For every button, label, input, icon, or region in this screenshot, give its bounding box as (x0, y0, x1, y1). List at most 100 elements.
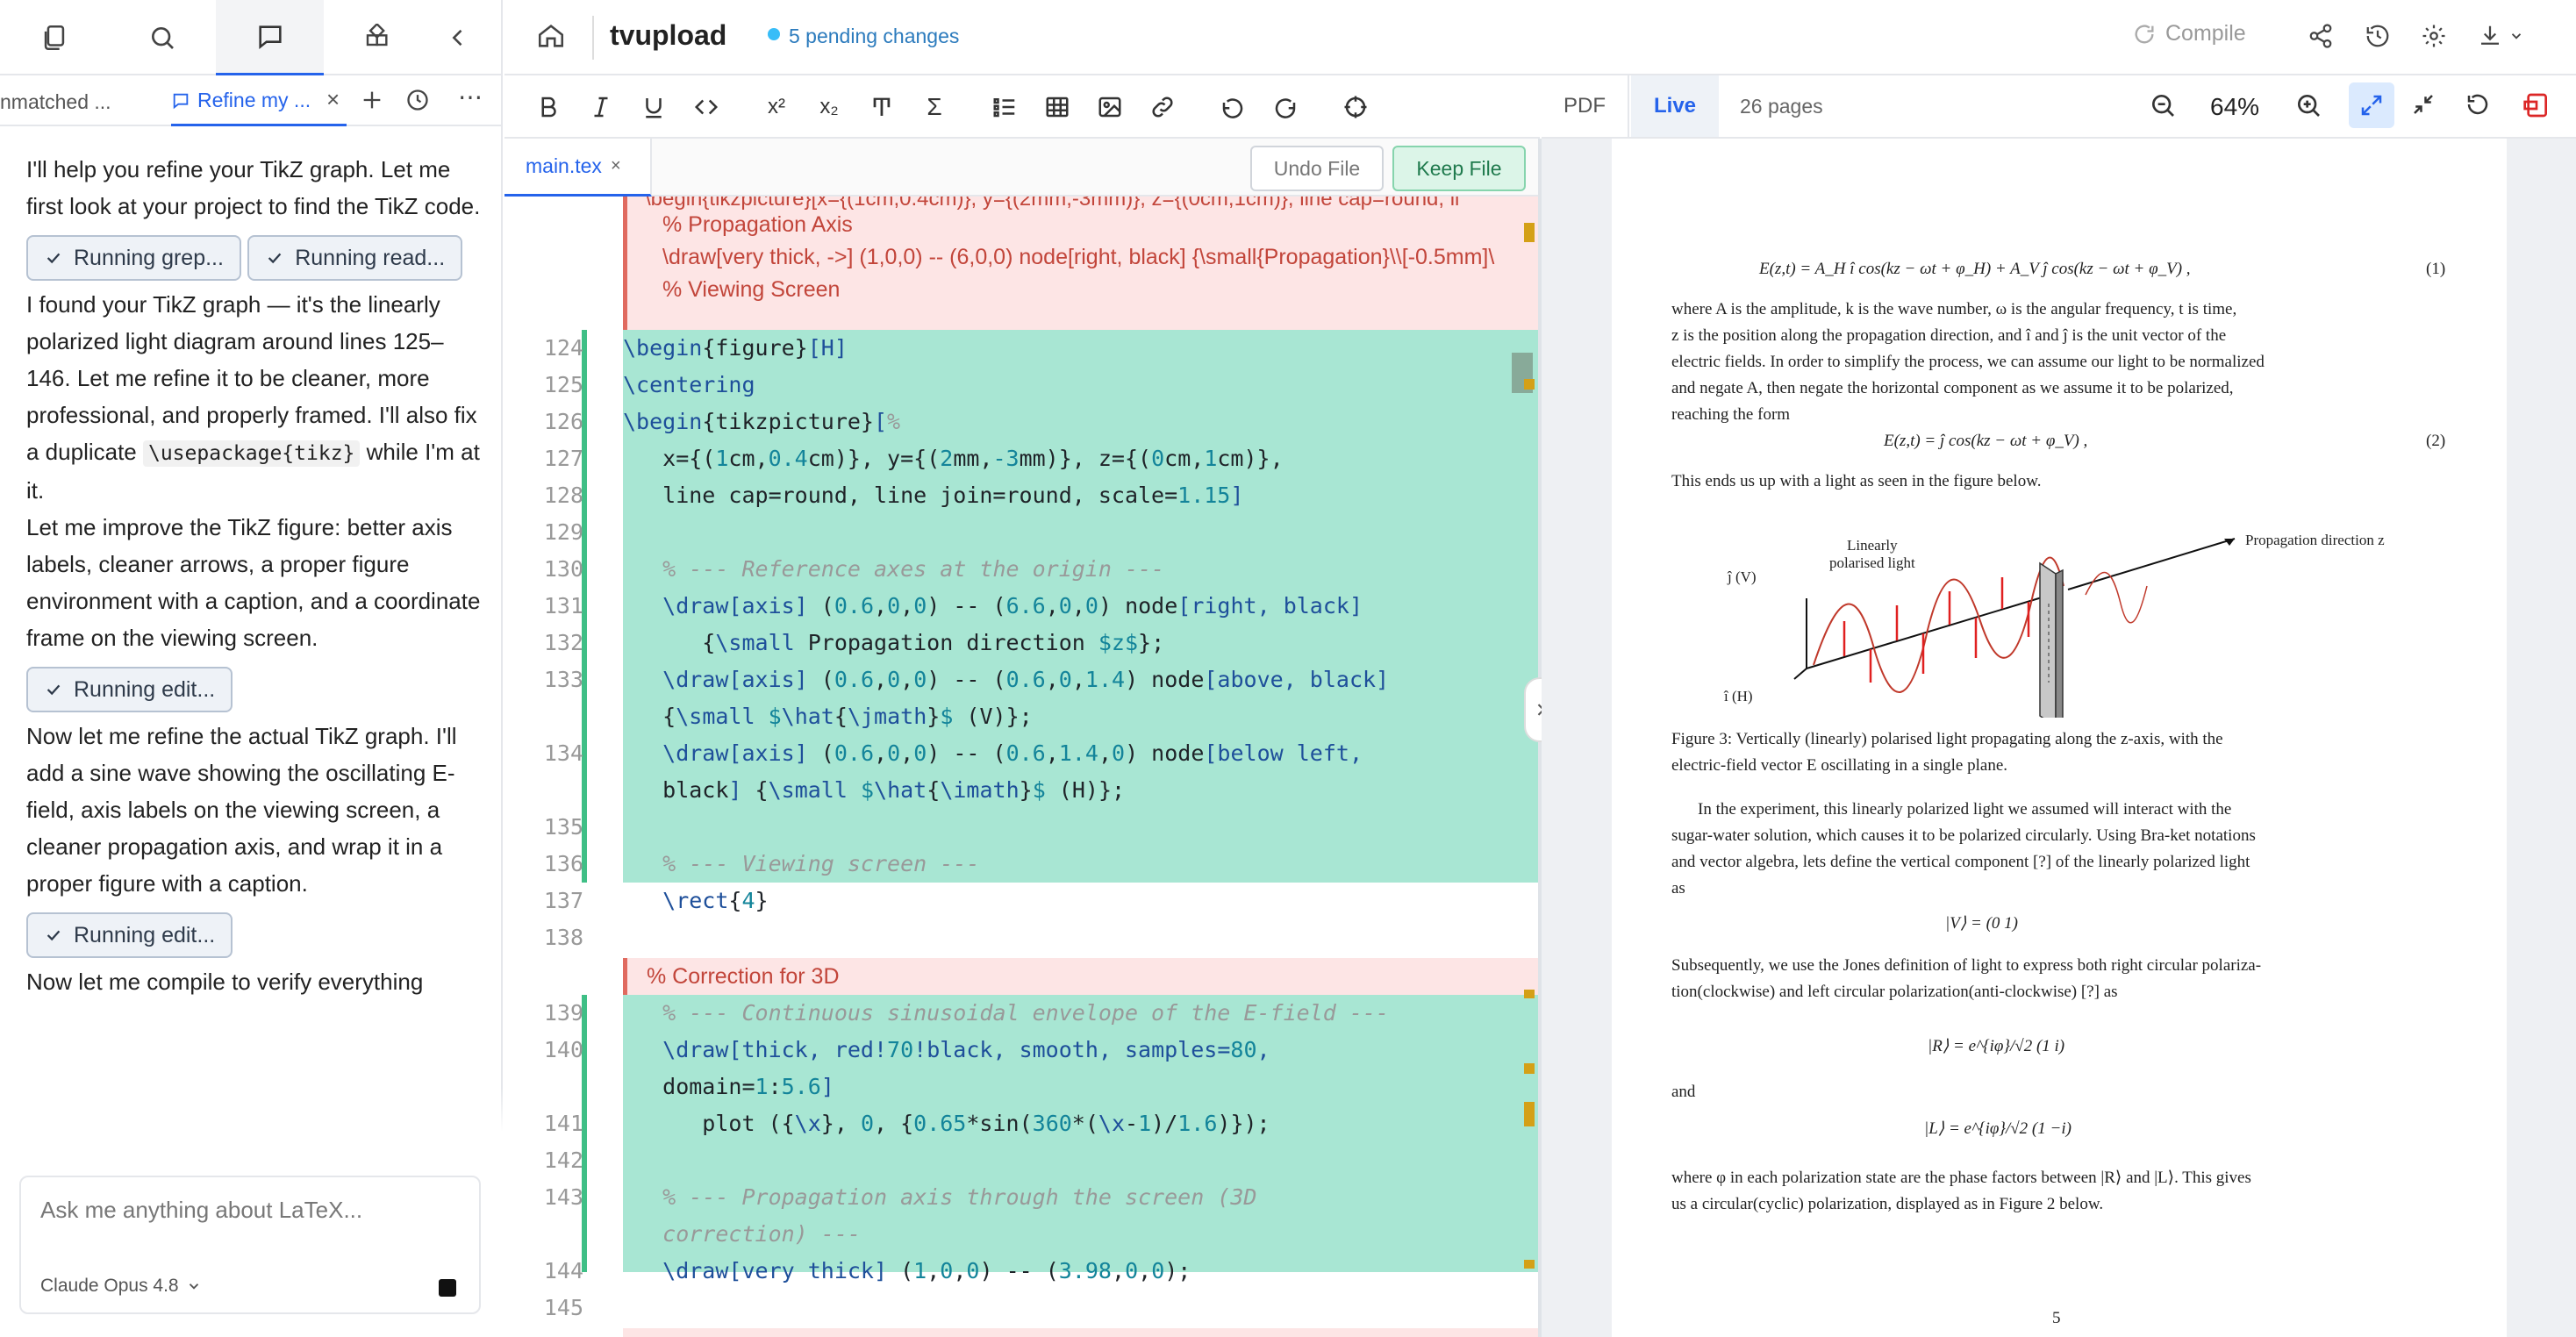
chat-input-box[interactable]: Ask me anything about LaTeX... Claude Op… (19, 1176, 481, 1314)
compile-label: Compile (2165, 21, 2246, 46)
pdf-export-button[interactable] (2522, 91, 2551, 124)
figure-caption: electric-field vector E oscillating in a… (1671, 756, 2008, 775)
tool-call-chip[interactable]: Running edit... (26, 912, 233, 958)
figure-label: Propagation direction z (2245, 532, 2385, 548)
chat-tabs: nmatched ... Refine my ... × ⋯ (0, 77, 503, 126)
chat-input[interactable]: Ask me anything about LaTeX... (40, 1197, 362, 1224)
keep-file-button[interactable]: Keep File (1392, 146, 1526, 191)
code-line: 143 % --- Propagation axis through the s… (543, 1184, 1257, 1210)
code-line: 131 \draw[axis] (0.6,0,0) -- (6.6,0,0) n… (543, 593, 1363, 618)
deleted-line: \begin{tikzpicture}[x={(1cm,0.4cm)}, y={… (645, 197, 1460, 211)
files-button[interactable] (0, 0, 108, 75)
refresh-icon (2467, 94, 2488, 115)
pending-changes[interactable]: 5 pending changes (789, 25, 959, 48)
chat-button[interactable] (216, 0, 324, 75)
crosshair-icon (1344, 96, 1367, 118)
inline-code: \usepackage{tikz} (142, 440, 361, 467)
pdf-page: E(z,t) = A_H î cos(kz − ωt + φ_H) + A_V … (1612, 139, 2507, 1337)
italic-button[interactable] (585, 91, 617, 123)
live-tab[interactable]: Live (1631, 75, 1719, 137)
close-icon[interactable]: × (611, 156, 621, 176)
code-editor[interactable]: \begin{tikzpicture}[x={(1cm,0.4cm)}, y={… (504, 197, 1540, 1337)
chat-tab[interactable]: nmatched ... (0, 77, 140, 126)
pdf-text: and (1671, 1083, 1696, 1101)
model-selector[interactable]: Claude Opus 4.8 (40, 1276, 202, 1297)
editor-toolbar: x² x₂ Ͳ Σ (504, 75, 1540, 139)
page-number: 5 (2052, 1309, 2061, 1327)
subscript-button[interactable]: x₂ (813, 91, 845, 123)
code-line: 135 (543, 814, 583, 840)
more-button[interactable]: ⋯ (458, 82, 483, 111)
bold-button[interactable] (533, 91, 564, 123)
stop-button[interactable] (439, 1279, 456, 1297)
history-button[interactable] (405, 88, 430, 118)
equation-l: |L⟩ = e^{iφ}/√2 (1 −i) (1924, 1119, 2072, 1138)
pdf-viewer[interactable]: E(z,t) = A_H î cos(kz − ωt + φ_H) + A_V … (1542, 139, 2576, 1337)
code-button[interactable] (691, 91, 722, 123)
code-line: 124 \begin{figure}[H] (543, 335, 848, 361)
home-button[interactable] (536, 21, 566, 55)
page-count: 26 pages (1740, 95, 1823, 118)
pdf-text: sugar-water solution, which causes it to… (1671, 826, 2256, 845)
code-line: 134 \draw[axis] (0.6,0,0) -- (0.6,1.4,0)… (543, 740, 1363, 766)
file-tab-main[interactable]: main.tex × (504, 139, 652, 197)
tool-call-chip[interactable]: Running grep... (26, 235, 241, 281)
pdf-text: electric fields. In order to simplify th… (1671, 353, 2265, 371)
code-icon (694, 99, 719, 115)
check-icon (47, 684, 61, 696)
chat-tab-active[interactable]: Refine my ... (171, 77, 347, 126)
math-button[interactable]: Σ (919, 91, 950, 123)
equation-r: |R⟩ = e^{iφ}/√2 (1 i) (1928, 1037, 2065, 1055)
search-button[interactable] (108, 0, 216, 75)
text-format-button[interactable]: Ͳ (866, 91, 898, 123)
search-icon (151, 27, 174, 49)
link-button[interactable] (1147, 91, 1178, 123)
undo-button[interactable] (1217, 91, 1249, 123)
fit-width-button[interactable] (2349, 82, 2394, 128)
tool-call-chip[interactable]: Running read... (247, 235, 463, 281)
zoom-level[interactable]: 64% (2210, 93, 2259, 121)
pdf-tab[interactable]: PDF (1542, 75, 1629, 137)
fit-page-button[interactable] (2410, 91, 2436, 122)
target-button[interactable] (1340, 91, 1371, 123)
chat-messages: I'll help you refine your TikZ graph. Le… (26, 151, 483, 1000)
deleted-line: % Correction for 3D (647, 964, 840, 989)
home-icon (538, 25, 564, 47)
equation-number: (1) (2426, 260, 2446, 278)
history-button[interactable] (2365, 23, 2391, 54)
figure-caption: Figure 3: Vertically (linearly) polarise… (1671, 730, 2223, 748)
undo-file-button[interactable]: Undo File (1250, 146, 1384, 191)
pdf-text: z is the position along the propagation … (1671, 326, 2227, 345)
share-button[interactable] (2308, 23, 2334, 54)
assistant-message: Now let me compile to verify everything (26, 969, 424, 995)
zoom-out-button[interactable] (2149, 91, 2177, 124)
pdf-text: tion(clockwise) and left circular polari… (1671, 983, 2118, 1001)
download-button[interactable] (2477, 23, 2524, 49)
close-tab-icon[interactable]: × (326, 86, 340, 113)
equation-number: (2) (2426, 432, 2446, 450)
code-line: black] {\small $\hat{\imath}$ (H)}; (623, 777, 1126, 803)
underline-button[interactable] (638, 91, 669, 123)
image-icon (1098, 97, 1121, 118)
zoom-in-button[interactable] (2294, 91, 2322, 124)
code-line: 125 \centering (543, 372, 755, 397)
link-icon (1152, 97, 1173, 118)
superscript-button[interactable]: x² (761, 91, 792, 123)
equation-1: E(z,t) = A_H î cos(kz − ωt + φ_H) + A_V … (1759, 260, 2191, 278)
image-button[interactable] (1094, 91, 1126, 123)
table-button[interactable] (1041, 91, 1073, 123)
tool-call-chip[interactable]: Running edit... (26, 667, 233, 712)
equation-v: |V⟩ = (0 1) (1945, 914, 2018, 933)
code-line: 126 \begin{tikzpicture}[% (543, 409, 901, 434)
deleted-line: % Viewing Screen (662, 277, 841, 302)
refresh-button[interactable] (2465, 91, 2491, 122)
code-line: {\small $\hat{\jmath}$ (V)}; (623, 704, 1033, 729)
code-line: 142 (543, 1148, 583, 1173)
project-title[interactable]: tvupload (610, 19, 726, 52)
collapse-panel-button[interactable] (412, 0, 503, 75)
new-chat-button[interactable] (360, 88, 384, 118)
settings-button[interactable] (2421, 23, 2447, 54)
redo-button[interactable] (1270, 91, 1301, 123)
compile-button[interactable]: Compile (2132, 21, 2246, 46)
list-button[interactable] (989, 91, 1020, 123)
